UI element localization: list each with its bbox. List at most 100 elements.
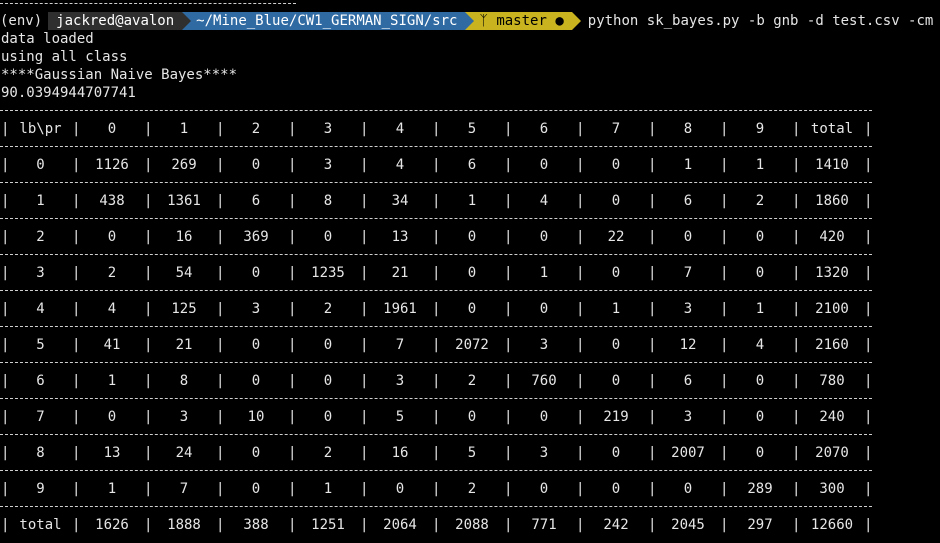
table-separator	[0, 110, 872, 111]
table-header-cell: 8	[683, 121, 693, 137]
table-row: | | | | | | | | | | | | | total 1626 1888 388 1251 2064 208…	[0, 516, 872, 534]
table-row: | | | | | | | | | | | | | 7 0 3 10 0 5 0 0 219 3 0 240	[0, 408, 872, 426]
table-cell: 10	[247, 409, 265, 425]
table-cell: 0	[467, 265, 477, 281]
table-cell: 760	[531, 373, 557, 389]
table-cell: 22	[607, 229, 625, 245]
table-cell: 2072	[455, 337, 489, 353]
table-cell: 41	[103, 337, 121, 353]
table-header-cell: 5	[467, 121, 477, 137]
table-cell: 7	[179, 481, 189, 497]
prompt-path: ~/Mine_Blue/CW1_GERMAN_SIGN/src	[182, 12, 475, 30]
table-cell: 0	[539, 481, 549, 497]
table-cell: 1	[467, 193, 477, 209]
table-cell: 6	[36, 373, 45, 389]
table-cell: 0	[395, 481, 405, 497]
table-cell: 1	[107, 481, 117, 497]
table-cell: 1860	[815, 193, 849, 209]
table-cell: 242	[603, 517, 629, 533]
table-cell: 0	[755, 265, 765, 281]
table-header-cell: lb\pr	[19, 121, 62, 137]
table-cell: 6	[683, 193, 693, 209]
table-cell: 1	[323, 481, 333, 497]
table-cell: 1888	[167, 517, 201, 533]
shell-prompt: (env) jackred@avalon ~/Mine_Blue/CW1_GER…	[0, 12, 933, 30]
table-cell: 21	[391, 265, 409, 281]
table-cell: 1320	[815, 265, 849, 281]
table-cell: 2045	[671, 517, 705, 533]
table-cell: 0	[467, 301, 477, 317]
table-cell: 0	[683, 229, 693, 245]
table-cell: 1	[755, 301, 765, 317]
table-cell: 3	[683, 301, 693, 317]
table-cell: 369	[243, 229, 269, 245]
table-cell: 1251	[311, 517, 345, 533]
table-cell: 1361	[167, 193, 201, 209]
table-cell: 0	[611, 157, 621, 173]
table-cell: 0	[755, 445, 765, 461]
table-cell: 0	[251, 481, 261, 497]
dirty-indicator: ●	[555, 13, 564, 29]
table-header-cell: 7	[611, 121, 621, 137]
table-cell: 771	[531, 517, 557, 533]
table-cell: 54	[175, 265, 193, 281]
table-cell: 4	[36, 301, 45, 317]
output-line: ****Gaussian Naive Bayes****	[1, 67, 238, 83]
table-cell: 0	[683, 481, 693, 497]
table-cell: 0	[36, 157, 45, 173]
table-separator	[0, 182, 872, 183]
table-header-cell: 3	[323, 121, 333, 137]
table-row: | | | | | | | | | | | | | 9 1 7 0 1 0 2 0 0 0 289 300	[0, 480, 872, 498]
table-cell: 0	[251, 445, 261, 461]
table-cell: 3	[251, 301, 261, 317]
table-cell: 0	[323, 409, 333, 425]
table-cell: 8	[323, 193, 333, 209]
terminal-window[interactable]: (env) jackred@avalon ~/Mine_Blue/CW1_GER…	[0, 0, 940, 543]
table-cell: 2064	[383, 517, 417, 533]
table-cell: 2007	[671, 445, 705, 461]
table-cell: 420	[819, 229, 845, 245]
table-cell: 289	[747, 481, 773, 497]
table-cell: 0	[611, 445, 621, 461]
powerline-arrow-icon	[182, 12, 192, 30]
table-cell: 388	[243, 517, 269, 533]
table-cell: 125	[171, 301, 197, 317]
table-cell: 5	[467, 445, 477, 461]
table-cell: 2088	[455, 517, 489, 533]
table-cell: 2	[755, 193, 765, 209]
table-cell: 21	[175, 337, 193, 353]
table-cell: 16	[175, 229, 193, 245]
table-cell: 1	[36, 193, 45, 209]
output-line: using all class	[1, 49, 128, 65]
table-cell: 2	[36, 229, 45, 245]
table-cell: 1126	[95, 157, 129, 173]
table-cell: 8	[179, 373, 189, 389]
table-cell: 2	[467, 373, 477, 389]
table-cell: 3	[539, 337, 549, 353]
table-cell: 0	[107, 229, 117, 245]
table-cell: 13	[103, 445, 121, 461]
table-cell: 4	[539, 193, 549, 209]
table-cell: 7	[36, 409, 45, 425]
prompt-git-branch: ᛉ master ●	[465, 12, 581, 30]
table-cell: total	[19, 517, 62, 533]
table-cell: 0	[611, 373, 621, 389]
table-cell: 0	[755, 373, 765, 389]
table-cell: 0	[323, 229, 333, 245]
table-cell: 4	[755, 337, 765, 353]
top-dashed-line	[0, 3, 296, 4]
table-cell: 7	[395, 337, 405, 353]
table-row: | | | | | | | | | | | | | 2 0 16 369 0 13 0 0 22 0 0 420	[0, 228, 872, 246]
table-cell: 219	[603, 409, 629, 425]
table-cell: 34	[391, 193, 409, 209]
table-row: | | | | | | | | | | | | | 1 438 1361 6 8 34 1 4 0 6 2 1860	[0, 192, 872, 210]
table-cell: 2	[467, 481, 477, 497]
output-line: 90.0394944707741	[1, 85, 136, 101]
table-separator	[0, 434, 872, 435]
table-cell: 0	[251, 373, 261, 389]
table-cell: 297	[747, 517, 773, 533]
table-header-cell: total	[810, 121, 854, 137]
table-separator	[0, 398, 872, 399]
table-cell: 0	[755, 229, 765, 245]
table-cell: 1626	[95, 517, 129, 533]
